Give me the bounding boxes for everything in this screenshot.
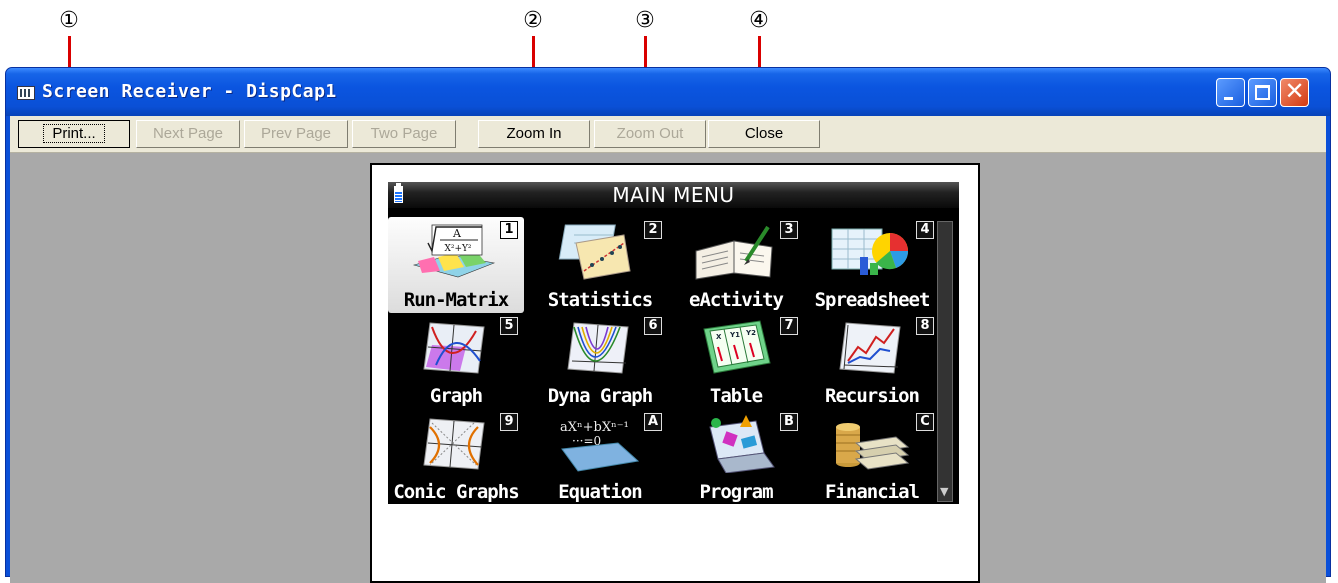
svg-text:Y2: Y2 xyxy=(745,329,756,337)
graph-icon xyxy=(423,322,485,374)
svg-text:X: X xyxy=(716,333,722,341)
conic-graphs-icon xyxy=(423,418,485,470)
menu-item-label: Recursion xyxy=(825,385,920,407)
callout-3: ③ xyxy=(635,8,655,33)
dyna-graph-icon xyxy=(567,322,629,374)
menu-item-label: Equation xyxy=(558,481,643,503)
key-badge: B xyxy=(780,413,798,431)
run-matrix-icon: A X²+Y² xyxy=(412,224,496,278)
menu-item-label: Table xyxy=(709,385,763,407)
key-badge: 5 xyxy=(500,317,518,335)
callout-4: ④ xyxy=(749,8,769,33)
program-icon xyxy=(709,415,775,473)
main-menu-title: MAIN MENU xyxy=(612,183,735,207)
eactivity-icon xyxy=(695,225,773,280)
calculator-screen: MAIN MENU A X²+Y² 1 Run-Matrix 2 Statist… xyxy=(388,182,959,504)
key-badge: 7 xyxy=(780,317,798,335)
close-window-button[interactable]: ✕ xyxy=(1280,77,1309,107)
window-title: Screen Receiver - DispCap1 xyxy=(42,81,337,102)
spreadsheet-icon xyxy=(831,228,908,275)
menu-item-label: Spreadsheet xyxy=(814,289,931,311)
zoom-out-button[interactable]: Zoom Out xyxy=(594,120,706,148)
zoom-in-button[interactable]: Zoom In xyxy=(478,120,590,148)
svg-text:aXⁿ+bXⁿ⁻¹: aXⁿ+bXⁿ⁻¹ xyxy=(560,420,629,435)
key-badge: A xyxy=(644,413,662,431)
statistics-icon xyxy=(558,224,631,280)
svg-text:Y1: Y1 xyxy=(729,331,740,339)
menu-item-dyna-graph[interactable]: 6 Dyna Graph xyxy=(532,313,668,409)
scroll-down-icon: ▼ xyxy=(940,485,949,498)
maximize-button[interactable] xyxy=(1248,78,1277,107)
toolbar: Print... Next Page Prev Page Two Page Zo… xyxy=(10,116,1326,153)
menu-item-program[interactable]: B Program xyxy=(668,409,804,505)
two-page-button[interactable]: Two Page xyxy=(352,120,456,148)
key-badge: C xyxy=(916,413,934,431)
menu-item-label: Program xyxy=(699,481,773,503)
table-icon: X Y1 Y2 xyxy=(703,320,771,374)
svg-text:···=0: ···=0 xyxy=(572,434,601,448)
svg-text:A: A xyxy=(452,227,462,240)
menu-item-label: Dyna Graph xyxy=(547,385,653,407)
menu-item-label: eActivity xyxy=(689,289,784,311)
menu-item-run-matrix[interactable]: A X²+Y² 1 Run-Matrix xyxy=(388,217,524,313)
close-button[interactable]: Close xyxy=(708,120,820,148)
key-badge: 4 xyxy=(916,221,934,239)
key-badge: 8 xyxy=(916,317,934,335)
prev-page-button[interactable]: Prev Page xyxy=(244,120,348,148)
equation-icon: aXⁿ+bXⁿ⁻¹ ···=0 xyxy=(560,420,640,472)
key-badge: 9 xyxy=(500,413,518,431)
close-icon: ✕ xyxy=(1284,77,1305,105)
key-badge: 3 xyxy=(780,221,798,239)
menu-item-recursion[interactable]: 8 Recursion xyxy=(804,313,940,409)
app-icon[interactable] xyxy=(17,86,35,100)
menu-item-graph[interactable]: 5 Graph xyxy=(388,313,524,409)
preview-area[interactable]: MAIN MENU A X²+Y² 1 Run-Matrix 2 Statist… xyxy=(10,153,1326,583)
menu-item-conic-graphs[interactable]: 9 Conic Graphs xyxy=(388,409,524,505)
print-page: MAIN MENU A X²+Y² 1 Run-Matrix 2 Statist… xyxy=(370,163,980,583)
minimize-button[interactable] xyxy=(1216,78,1245,107)
menu-item-label: Financial xyxy=(825,481,920,503)
key-badge: 2 xyxy=(644,221,662,239)
screen-receiver-window: Screen Receiver - DispCap1 ✕ Print... Ne… xyxy=(5,67,1331,583)
menu-item-equation[interactable]: aXⁿ+bXⁿ⁻¹ ···=0 A Equation xyxy=(532,409,668,505)
key-badge: 1 xyxy=(500,221,518,239)
recursion-icon xyxy=(839,322,901,374)
menu-item-financial[interactable]: C Financial xyxy=(804,409,940,505)
menu-item-statistics[interactable]: 2 Statistics xyxy=(532,217,668,313)
print-button[interactable]: Print... xyxy=(18,120,130,148)
key-badge: 6 xyxy=(644,317,662,335)
menu-item-label: Statistics xyxy=(547,289,653,311)
menu-item-label: Conic Graphs xyxy=(393,481,519,503)
callout-1: ① xyxy=(59,8,79,33)
menu-item-table[interactable]: X Y1 Y2 7 Table xyxy=(668,313,804,409)
svg-text:X²+Y²: X²+Y² xyxy=(444,244,471,254)
title-bar[interactable]: Screen Receiver - DispCap1 ✕ xyxy=(6,68,1330,116)
callout-2: ② xyxy=(523,8,543,33)
minimize-icon xyxy=(1224,97,1233,100)
menu-item-eactivity[interactable]: 3 eActivity xyxy=(668,217,804,313)
calculator-scrollbar[interactable]: ▼ xyxy=(937,221,953,502)
next-page-button[interactable]: Next Page xyxy=(136,120,240,148)
menu-item-label: Graph xyxy=(429,385,483,407)
financial-icon xyxy=(836,423,910,470)
menu-item-spreadsheet[interactable]: 4 Spreadsheet xyxy=(804,217,940,313)
maximize-icon xyxy=(1255,85,1270,100)
menu-item-label: Run-Matrix xyxy=(403,289,509,311)
